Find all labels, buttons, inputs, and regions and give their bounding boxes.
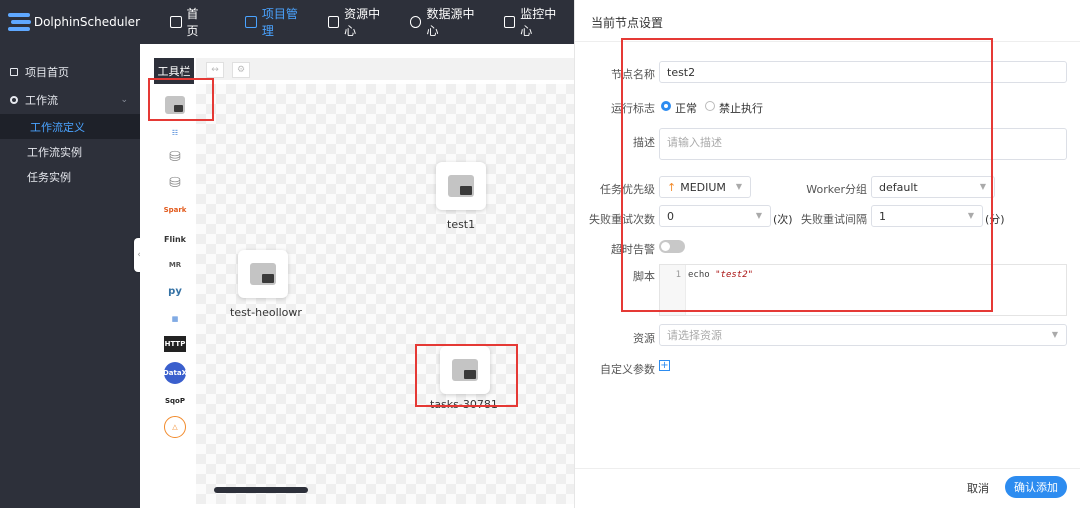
folder-icon bbox=[327, 16, 340, 28]
dolphin-logo-icon bbox=[8, 11, 31, 33]
nav-home[interactable]: 首页 bbox=[162, 0, 217, 44]
brand-logo[interactable]: DolphinScheduler bbox=[0, 11, 140, 33]
dag-node-test-heollowr[interactable] bbox=[238, 250, 288, 298]
custom-params-label: 自定义参数 bbox=[600, 363, 655, 376]
brand-name: DolphinScheduler bbox=[33, 15, 140, 29]
spark-task-icon[interactable]: Spark bbox=[164, 199, 187, 221]
nav-monitor[interactable]: 监控中心 bbox=[496, 0, 574, 44]
add-param-plus-icon[interactable]: + bbox=[659, 360, 670, 371]
annotation-box-form bbox=[621, 38, 993, 312]
task-tool-panel: ☷ ⛁ ⛁ Spark Flink MR py ▦ HTTP DataX Sqo… bbox=[154, 84, 194, 508]
resource-label: 资源 bbox=[633, 332, 655, 345]
nav-project[interactable]: 项目管理 bbox=[237, 0, 315, 44]
nav-monitor-label: 监控中心 bbox=[520, 7, 557, 38]
sqoop-task-icon[interactable]: SqoP bbox=[164, 390, 186, 412]
canvas-scrollbar[interactable] bbox=[214, 487, 308, 493]
chevron-down-icon: ⌄ bbox=[120, 95, 128, 105]
drawer-title: 当前节点设置 bbox=[591, 16, 664, 30]
resource-select[interactable]: 请选择资源 ▼ bbox=[659, 324, 1067, 346]
chevron-down-icon: ▼ bbox=[1051, 330, 1058, 339]
home-icon bbox=[170, 16, 182, 28]
sidebar-item-workflow-instance[interactable]: 工作流实例 bbox=[0, 139, 140, 164]
datax-task-icon[interactable]: DataX bbox=[163, 362, 187, 384]
top-navbar: DolphinScheduler 首页 项目管理 资源中心 数据源中心 监控中心 bbox=[0, 0, 574, 44]
conditions-task-icon[interactable]: △ bbox=[164, 416, 186, 438]
dag-canvas-area: ↔ ⚙ 工具栏 ☷ ⛁ ⛁ Spark Flink MR py ▦ HTTP D… bbox=[140, 44, 574, 508]
cancel-button[interactable]: 取消 bbox=[967, 480, 989, 496]
toolbar-settings-button[interactable]: ⚙ bbox=[232, 62, 250, 78]
resource-placeholder: 请选择资源 bbox=[667, 329, 722, 342]
nav-datasource-label: 数据源中心 bbox=[426, 7, 475, 38]
mr-task-icon[interactable]: MR bbox=[164, 254, 186, 276]
sql-task-icon[interactable]: ⛁ bbox=[164, 172, 186, 194]
nav-resource[interactable]: 资源中心 bbox=[320, 0, 398, 44]
nav-project-label: 项目管理 bbox=[261, 7, 298, 38]
confirm-add-button[interactable]: 确认添加 bbox=[1005, 476, 1067, 498]
flink-task-icon[interactable]: Flink bbox=[164, 228, 186, 250]
nav-datasource[interactable]: 数据源中心 bbox=[402, 0, 492, 44]
dependent-task-icon[interactable]: ▦ bbox=[164, 308, 186, 330]
toolbar-toggle-button[interactable]: ↔ bbox=[206, 62, 224, 78]
dag-node-test1[interactable] bbox=[436, 162, 486, 210]
python-task-icon[interactable]: py bbox=[164, 280, 186, 302]
nav-resource-label: 资源中心 bbox=[344, 7, 381, 38]
home-icon bbox=[10, 68, 18, 76]
canvas-toolbar-strip bbox=[196, 58, 574, 80]
nav-home-label: 首页 bbox=[186, 7, 199, 38]
annotation-box-node bbox=[415, 344, 518, 407]
monitor-icon bbox=[503, 16, 516, 28]
sidebar-item-label: 工作流 bbox=[25, 94, 58, 107]
database-icon bbox=[409, 16, 422, 28]
procedure-task-icon[interactable]: ⛁ bbox=[164, 146, 186, 168]
sidebar-item-label: 项目首页 bbox=[25, 66, 69, 79]
node-settings-drawer: 当前节点设置 节点名称 test2 运行标志 正常 禁止执行 描述 请输入描述 … bbox=[574, 0, 1080, 508]
annotation-box-tool bbox=[148, 78, 214, 121]
sidebar: 项目首页 工作流 ⌄ 工作流定义 工作流实例 任务实例 bbox=[0, 44, 140, 508]
sidebar-item-workflow[interactable]: 工作流 ⌄ bbox=[0, 86, 140, 114]
shell-task-icon bbox=[250, 263, 276, 285]
sidebar-item-project-home[interactable]: 项目首页 bbox=[0, 58, 140, 86]
sidebar-item-workflow-definition[interactable]: 工作流定义 bbox=[0, 114, 140, 139]
node-label: test1 bbox=[447, 218, 476, 231]
shell-task-icon bbox=[448, 175, 474, 197]
project-icon bbox=[245, 16, 257, 28]
subprocess-task-icon[interactable]: ☷ bbox=[164, 122, 186, 144]
gear-icon bbox=[10, 96, 18, 104]
node-label: test-heollowr bbox=[230, 306, 302, 319]
http-task-icon[interactable]: HTTP bbox=[164, 336, 186, 352]
sidebar-item-task-instance[interactable]: 任务实例 bbox=[0, 164, 140, 189]
